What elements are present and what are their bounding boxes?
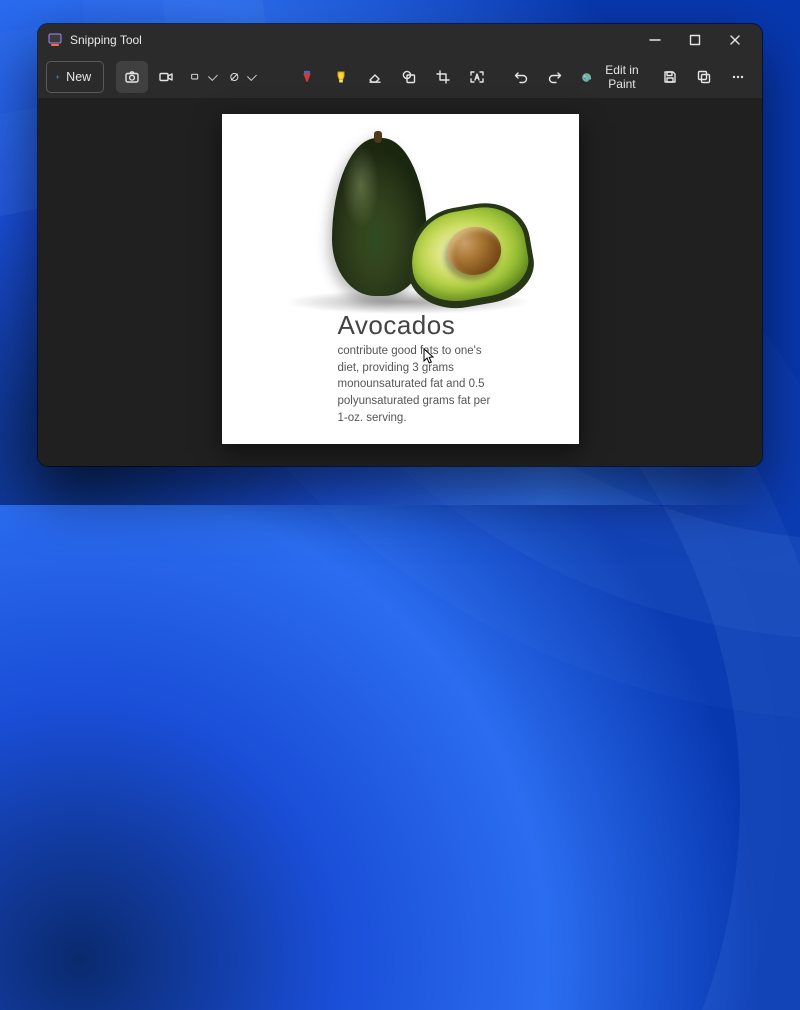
eraser-button[interactable] [359, 61, 391, 93]
avocado-photo [222, 114, 579, 304]
window-controls [636, 26, 754, 54]
rectangle-icon [190, 69, 201, 85]
canvas-area[interactable]: Avocados contribute good fats to one's d… [38, 98, 762, 466]
delay-dropdown[interactable] [223, 61, 260, 93]
capture-screenshot-button[interactable] [116, 61, 148, 93]
ballpoint-pen-button[interactable] [291, 61, 323, 93]
shapes-icon [401, 69, 417, 85]
undo-icon [513, 69, 529, 85]
new-snip-button[interactable]: New [46, 61, 104, 93]
crop-icon [435, 69, 451, 85]
copy-button[interactable] [688, 61, 720, 93]
captured-image[interactable]: Avocados contribute good fats to one's d… [222, 114, 579, 444]
edit-in-paint-button[interactable]: Edit in Paint [575, 61, 652, 93]
redo-icon [547, 69, 563, 85]
paint-palette-icon [581, 70, 592, 85]
window-title: Snipping Tool [70, 33, 142, 47]
text-extract-button[interactable] [461, 61, 493, 93]
highlighter-icon [333, 69, 349, 85]
highlighter-button[interactable] [325, 61, 357, 93]
eraser-icon [367, 69, 383, 85]
caption-block: Avocados contribute good fats to one's d… [262, 310, 492, 426]
maximize-button[interactable] [676, 26, 714, 54]
app-icon [48, 33, 62, 47]
caption-body: contribute good fats to one's diet, prov… [338, 343, 492, 426]
undo-button[interactable] [505, 61, 537, 93]
pen-icon [299, 69, 315, 85]
camera-icon [124, 69, 140, 85]
minimize-button[interactable] [636, 26, 674, 54]
chevron-down-icon [247, 71, 257, 81]
snip-shape-dropdown[interactable] [184, 61, 221, 93]
mouse-cursor-icon [423, 348, 435, 366]
redo-button[interactable] [539, 61, 571, 93]
text-actions-icon [469, 69, 485, 85]
titlebar: Snipping Tool [38, 24, 762, 56]
video-icon [158, 69, 174, 85]
copy-icon [696, 69, 712, 85]
crop-button[interactable] [427, 61, 459, 93]
app-window: Snipping Tool New [38, 24, 762, 466]
save-button[interactable] [654, 61, 686, 93]
new-button-label: New [66, 70, 91, 84]
more-button[interactable] [722, 61, 754, 93]
record-video-button[interactable] [150, 61, 182, 93]
chevron-down-icon [208, 71, 218, 81]
more-icon [730, 69, 746, 85]
toolbar: New [38, 56, 762, 98]
close-button[interactable] [716, 26, 754, 54]
no-delay-icon [229, 69, 240, 85]
edit-in-paint-label: Edit in Paint [598, 63, 646, 91]
shapes-button[interactable] [393, 61, 425, 93]
save-icon [662, 69, 678, 85]
